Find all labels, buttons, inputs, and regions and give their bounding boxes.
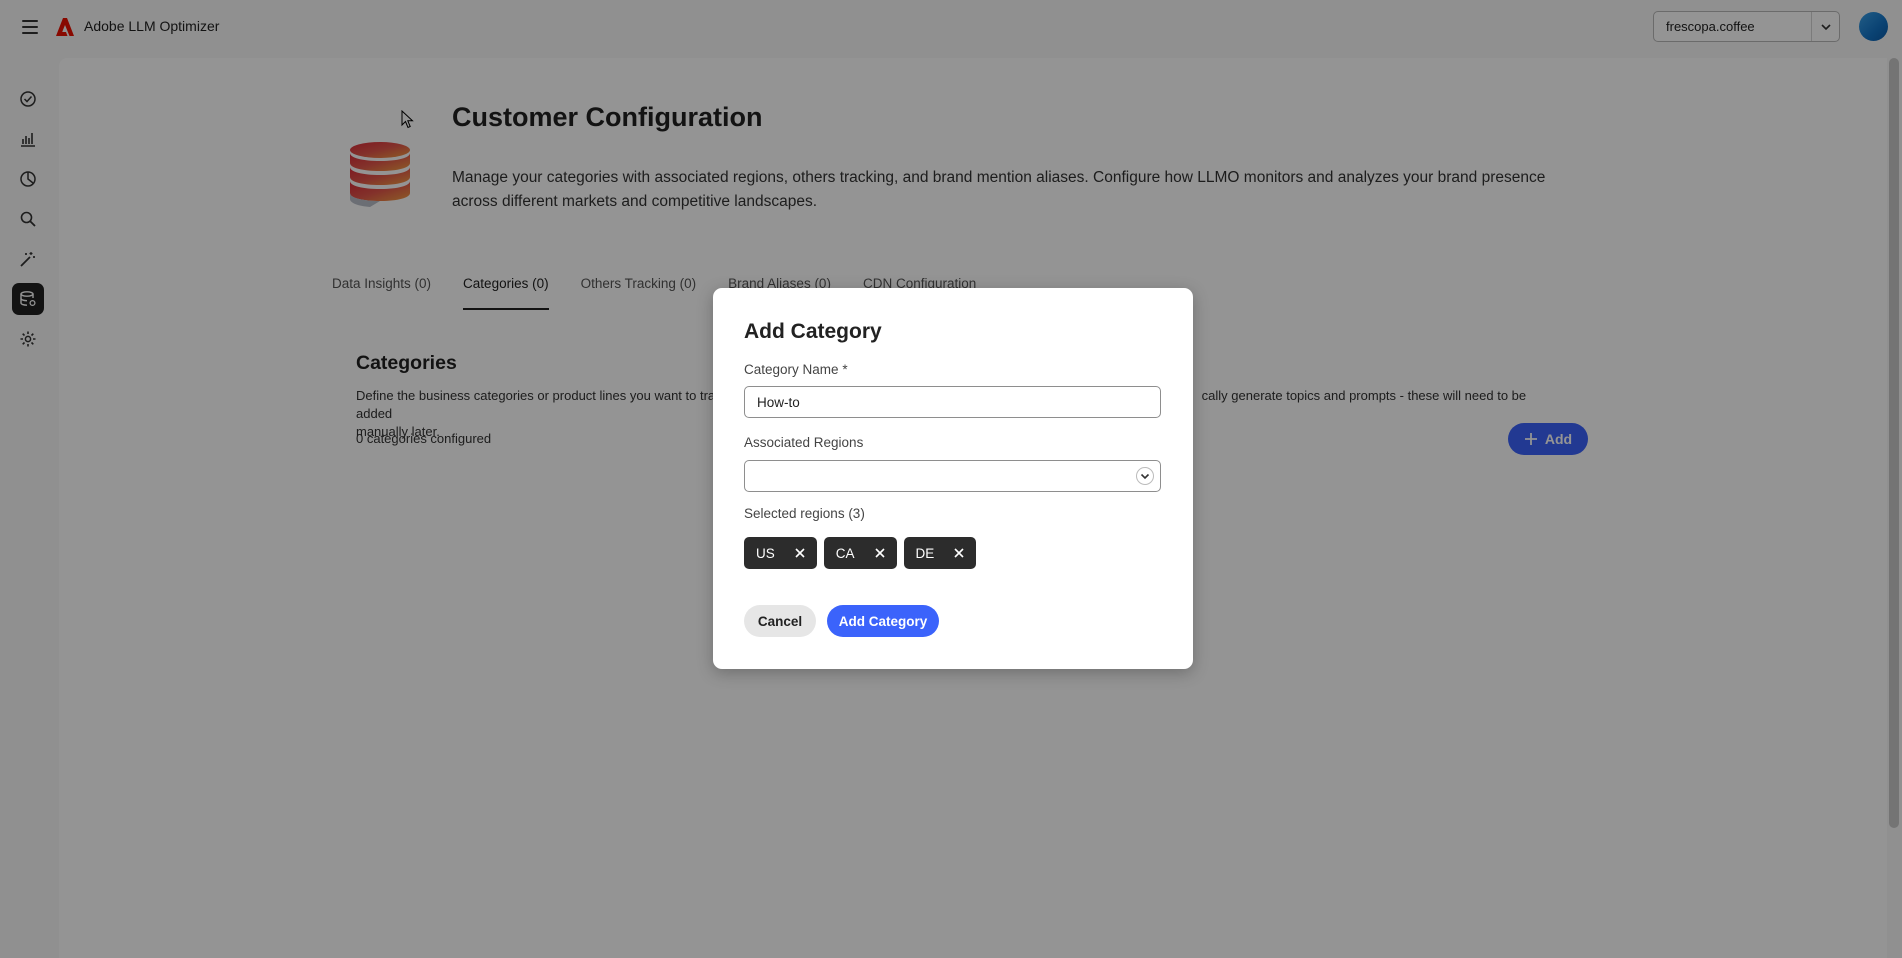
region-tag-label: US bbox=[756, 545, 775, 561]
close-icon[interactable] bbox=[952, 546, 966, 560]
add-category-dialog: Add Category Category Name * Associated … bbox=[713, 288, 1193, 669]
region-tag-label: DE bbox=[915, 545, 935, 561]
region-tag-label: CA bbox=[835, 545, 855, 561]
region-tag-ca: CA bbox=[823, 537, 897, 569]
category-name-input[interactable] bbox=[744, 386, 1161, 418]
add-category-button[interactable]: Add Category bbox=[827, 605, 939, 637]
chevron-down-icon bbox=[1136, 467, 1154, 485]
category-name-label: Category Name * bbox=[744, 362, 848, 377]
region-tag-de: DE bbox=[903, 537, 977, 569]
cancel-button[interactable]: Cancel bbox=[744, 605, 816, 637]
required-indicator: * bbox=[842, 362, 848, 377]
associated-regions-label: Associated Regions bbox=[744, 435, 864, 450]
category-name-label-text: Category Name bbox=[744, 362, 839, 377]
region-tag-us: US bbox=[744, 537, 817, 569]
dialog-title: Add Category bbox=[744, 320, 882, 343]
close-icon[interactable] bbox=[873, 546, 887, 560]
associated-regions-picker[interactable] bbox=[744, 460, 1161, 492]
close-icon[interactable] bbox=[793, 546, 807, 560]
selected-regions-label: Selected regions (3) bbox=[744, 506, 865, 521]
selected-regions-list: US CA DE bbox=[744, 537, 977, 569]
